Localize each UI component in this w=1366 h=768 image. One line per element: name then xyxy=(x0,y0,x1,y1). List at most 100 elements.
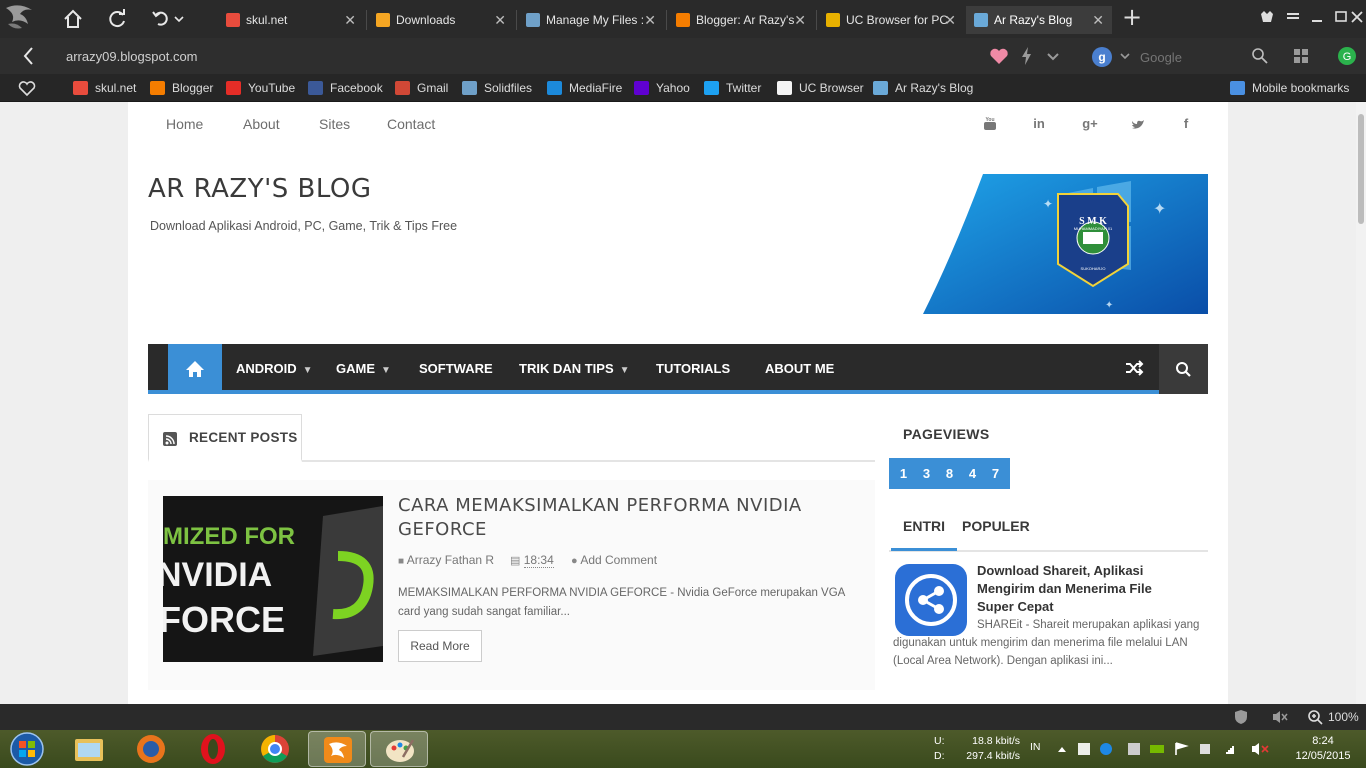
back-icon[interactable] xyxy=(16,43,42,69)
bookmark-facebook[interactable]: Facebook xyxy=(308,74,383,102)
zoom-icon[interactable] xyxy=(1302,704,1328,730)
lightning-icon[interactable] xyxy=(1014,43,1040,69)
page-viewport: Home About Sites Contact You in g+ f AR … xyxy=(0,102,1356,704)
bookmark-label: Facebook xyxy=(330,81,383,95)
post-time-text: 18:34 xyxy=(523,553,554,568)
nav-game[interactable]: GAME ▼ xyxy=(336,344,391,394)
extension-icon[interactable]: G xyxy=(1334,43,1360,69)
uc-browser-logo[interactable] xyxy=(0,0,38,38)
bookmark-gmail[interactable]: Gmail xyxy=(395,74,448,102)
post-time[interactable]: ▤ 18:34 xyxy=(510,553,554,568)
bookmark-twitter[interactable]: Twitter xyxy=(704,74,761,102)
nav-tutorials[interactable]: TUTORIALS xyxy=(656,344,730,394)
close-window-icon[interactable] xyxy=(1346,6,1366,28)
close-tab-icon[interactable]: ✕ xyxy=(1092,6,1104,34)
tab-title: Manage My Files : xyxy=(546,13,645,27)
tab-solidfiles[interactable]: Manage My Files : ✕ xyxy=(518,6,664,34)
firefox-taskbar-icon[interactable] xyxy=(122,731,180,767)
bookmark-mediafire[interactable]: MediaFire xyxy=(547,74,622,102)
bookmark-yahoo[interactable]: Yahoo xyxy=(634,74,690,102)
googleplus-social-icon[interactable]: g+ xyxy=(1079,116,1101,134)
bookmark-ucbrowser[interactable]: UC Browser xyxy=(777,74,864,102)
youtube-social-icon[interactable]: You xyxy=(981,116,999,134)
tab-blogger[interactable]: Blogger: Ar Razy's ✕ xyxy=(668,6,814,34)
zoom-level[interactable]: 100% xyxy=(1328,710,1359,724)
home-nav-button[interactable] xyxy=(168,344,222,394)
blog-title[interactable]: AR RAZY'S BLOG xyxy=(148,174,372,204)
read-more-button[interactable]: Read More xyxy=(398,630,482,662)
search-engine-chevron-icon[interactable] xyxy=(1118,46,1132,70)
popular-post-excerpt: SHAREit - Shareit merupakan aplikasi yan… xyxy=(893,619,1200,667)
chevron-down-icon[interactable] xyxy=(1040,43,1066,69)
close-tab-icon[interactable]: ✕ xyxy=(644,6,656,34)
popular-tabs: ENTRI POPULER xyxy=(889,506,1208,552)
school-banner: S M K MUHAMMADIYAH 01 SUKOHARJO ✦ ✦ ✦ xyxy=(923,174,1208,314)
nav-home-link[interactable]: Home xyxy=(166,116,203,132)
search-input[interactable] xyxy=(1140,47,1250,67)
post-thumbnail[interactable]: MIZED FOR NVIDIA FORCE xyxy=(163,496,383,662)
mobile-bookmarks-folder[interactable]: Mobile bookmarks xyxy=(1230,74,1349,102)
new-tab-icon[interactable]: + xyxy=(1120,4,1144,32)
post-comments[interactable]: ● Add Comment xyxy=(571,553,657,567)
bookmark-label: Solidfiles xyxy=(484,81,533,95)
pageviews-digit: 8 xyxy=(945,466,954,481)
nav-about-link[interactable]: About xyxy=(243,116,280,132)
reload-icon[interactable] xyxy=(104,6,130,32)
minimize-icon[interactable] xyxy=(1306,6,1328,28)
opera-taskbar-icon[interactable] xyxy=(184,731,242,767)
chrome-taskbar-icon[interactable] xyxy=(246,731,304,767)
nav-sites-link[interactable]: Sites xyxy=(319,116,350,132)
linkedin-social-icon[interactable]: in xyxy=(1030,116,1048,134)
user-icon[interactable] xyxy=(1256,6,1278,28)
tab-ucbrowser[interactable]: UC Browser for PC ✕ xyxy=(818,6,964,34)
close-tab-icon[interactable]: ✕ xyxy=(344,6,356,34)
twitter-social-icon[interactable] xyxy=(1129,116,1147,134)
post-author[interactable]: ■ Arrazy Fathan R xyxy=(398,553,494,567)
post-title[interactable]: CARA MEMAKSIMALKAN PERFORMA NVIDIA GEFOR… xyxy=(398,494,838,542)
tab-entri[interactable]: ENTRI xyxy=(903,518,945,534)
shield-icon[interactable] xyxy=(1228,704,1254,730)
page-scrollbar[interactable] xyxy=(1356,102,1366,704)
ucbrowser-taskbar-icon[interactable] xyxy=(308,731,366,767)
apps-grid-icon[interactable] xyxy=(1288,43,1314,69)
nav-about-me[interactable]: ABOUT ME xyxy=(765,344,834,394)
bookmark-skul[interactable]: skul.net xyxy=(73,74,136,102)
shuffle-icon[interactable] xyxy=(1124,358,1144,378)
heart-icon[interactable] xyxy=(986,43,1012,69)
tab-arrazy-blog[interactable]: Ar Razy's Blog ✕ xyxy=(966,6,1112,34)
popular-post-title[interactable]: Download Shareit, Aplikasi Mengirim dan … xyxy=(977,562,1187,616)
bookmark-youtube[interactable]: YouTube xyxy=(226,74,295,102)
paint-taskbar-icon[interactable] xyxy=(370,731,428,767)
undo-icon[interactable] xyxy=(148,6,188,32)
start-button[interactable] xyxy=(4,730,50,768)
facebook-social-icon[interactable]: f xyxy=(1177,116,1195,134)
menu-icon[interactable] xyxy=(1282,6,1304,28)
nav-software[interactable]: SOFTWARE xyxy=(419,344,493,394)
bookmark-blogger[interactable]: Blogger xyxy=(150,74,213,102)
scrollbar-thumb[interactable] xyxy=(1358,114,1364,224)
close-tab-icon[interactable]: ✕ xyxy=(794,6,806,34)
tab-downloads[interactable]: Downloads ✕ xyxy=(368,6,514,34)
url-input[interactable] xyxy=(56,42,1076,70)
close-tab-icon[interactable]: ✕ xyxy=(944,6,956,34)
nav-android[interactable]: ANDROID ▼ xyxy=(236,344,313,394)
bookmark-solidfiles[interactable]: Solidfiles xyxy=(462,74,532,102)
favorite-heart-icon[interactable] xyxy=(14,75,40,101)
close-tab-icon[interactable]: ✕ xyxy=(494,6,506,34)
search-icon[interactable] xyxy=(1250,46,1270,70)
system-clock[interactable]: 8:24 12/05/2015 xyxy=(1292,734,1354,764)
nav-contact-link[interactable]: Contact xyxy=(387,116,435,132)
blog-search-button[interactable] xyxy=(1159,344,1208,394)
language-indicator[interactable]: IN xyxy=(1030,740,1041,755)
google-icon[interactable]: g xyxy=(1092,47,1112,67)
explorer-taskbar-icon[interactable] xyxy=(60,731,118,767)
pageviews-digit: 4 xyxy=(968,466,977,481)
tab-populer[interactable]: POPULER xyxy=(962,518,1030,534)
author-name: Arrazy Fathan R xyxy=(406,553,495,567)
home-icon[interactable] xyxy=(60,6,86,32)
bookmark-arrazy-blog[interactable]: Ar Razy's Blog xyxy=(873,74,973,102)
tab-skul[interactable]: skul.net ✕ xyxy=(218,6,364,34)
recent-posts-header: RECENT POSTS xyxy=(148,414,302,462)
nav-trik-dan-tips[interactable]: TRIK DAN TIPS ▼ xyxy=(519,344,630,394)
mute-icon[interactable] xyxy=(1266,704,1292,730)
